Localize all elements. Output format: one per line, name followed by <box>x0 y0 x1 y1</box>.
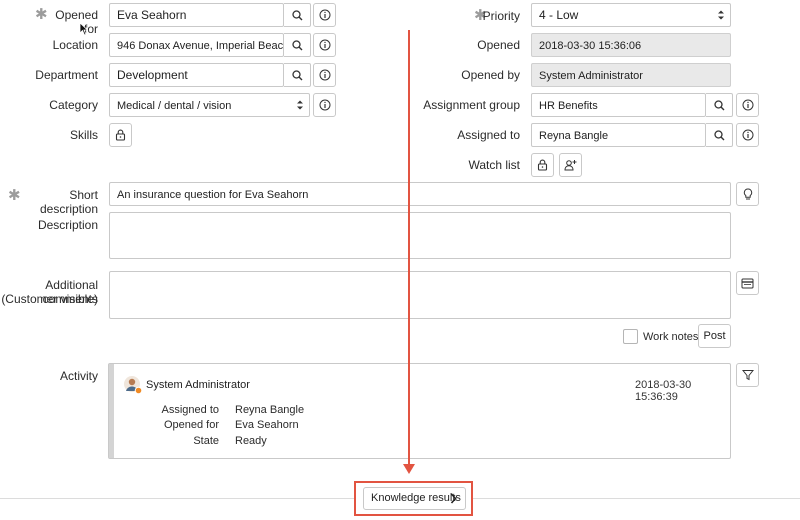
search-icon <box>713 99 724 110</box>
activity-timestamp: 2018-03-30 15:36:39 <box>635 379 692 403</box>
work-notes-label: Work notes <box>643 331 699 343</box>
work-notes-checkbox[interactable] <box>623 329 638 344</box>
assigned-to-value: Reyna Bangle <box>539 130 609 142</box>
additional-comments-textarea[interactable] <box>109 271 731 319</box>
activity-field-value: Reyna Bangle <box>235 404 305 416</box>
activity-field-value: Eva Seahorn <box>235 419 299 431</box>
department-lookup-button[interactable] <box>284 63 311 87</box>
lock-icon <box>115 129 126 141</box>
description-label: Description <box>37 218 98 232</box>
activity-field-name: State <box>193 435 219 447</box>
info-icon <box>742 99 753 111</box>
search-icon <box>291 9 302 20</box>
category-value: Medical / dental / vision <box>117 100 232 112</box>
short-description-field[interactable]: An insurance question for Eva Seahorn <box>109 182 731 206</box>
assignment-group-info-button[interactable] <box>736 93 759 117</box>
assignment-group-value: HR Benefits <box>539 100 598 112</box>
assigned-to-info-button[interactable] <box>736 123 759 147</box>
info-icon <box>319 39 330 51</box>
select-caret-icon <box>718 10 724 20</box>
search-icon <box>713 129 724 140</box>
annotation-arrow-line <box>408 30 410 466</box>
annotation-arrow-head <box>403 464 415 474</box>
required-marker-short-description: ✱ <box>8 187 21 204</box>
category-select[interactable]: Medical / dental / vision <box>109 93 310 117</box>
lock-icon <box>537 159 548 171</box>
activity-field-name: Assigned to <box>161 404 219 416</box>
activity-entry-marker <box>109 364 114 458</box>
knowledge-results-button[interactable]: Knowledge results <box>363 487 466 510</box>
priority-label: Priority <box>482 9 520 23</box>
info-icon <box>319 69 330 81</box>
assigned-to-lookup-button[interactable] <box>706 123 733 147</box>
lightbulb-icon <box>743 187 752 199</box>
department-label: Department <box>35 68 98 82</box>
opened-by-label: Opened by <box>461 68 520 82</box>
short-description-label: Short description <box>39 188 98 216</box>
info-icon <box>319 9 330 21</box>
watch-list-label: Watch list <box>468 158 520 172</box>
search-icon <box>291 69 302 80</box>
opened-for-label: Opened for <box>55 8 98 36</box>
opened-for-info-button[interactable] <box>313 3 336 27</box>
opened-for-value: Eva Seahorn <box>117 8 187 22</box>
opened-by-field: System Administrator <box>531 63 731 87</box>
priority-value: 4 - Low <box>539 8 579 22</box>
mouse-cursor-icon <box>79 22 89 36</box>
category-label: Category <box>49 98 98 112</box>
assigned-to-label: Assigned to <box>457 128 520 142</box>
short-description-suggest-button[interactable] <box>736 182 759 206</box>
department-info-button[interactable] <box>313 63 336 87</box>
skills-label: Skills <box>69 128 98 142</box>
short-description-value: An insurance question for Eva Seahorn <box>117 189 309 201</box>
post-button[interactable]: Post <box>698 324 731 348</box>
activity-stream: System Administrator 2018-03-30 15:36:39… <box>108 363 731 459</box>
activity-filter-button[interactable] <box>736 363 759 387</box>
category-info-button[interactable] <box>313 93 336 117</box>
avatar-icon <box>124 376 143 395</box>
department-field[interactable]: Development <box>109 63 284 87</box>
knowledge-results-label: Knowledge results <box>371 492 461 504</box>
activity-author: System Administrator <box>146 379 250 391</box>
chevron-right-icon <box>450 493 457 504</box>
additional-comments-sublabel: (Customer visible) <box>1 292 98 306</box>
search-icon <box>291 39 302 50</box>
department-value: Development <box>117 68 188 82</box>
select-caret-icon <box>297 100 303 110</box>
activity-field-value: Ready <box>235 435 267 447</box>
opened-for-field[interactable]: Eva Seahorn <box>109 3 284 27</box>
location-value: 946 Donax Avenue, Imperial Beach,CA <box>117 40 284 52</box>
location-field[interactable]: 946 Donax Avenue, Imperial Beach,CA <box>109 33 284 57</box>
location-label: Location <box>52 38 98 52</box>
opened-field: 2018-03-30 15:36:06 <box>531 33 731 57</box>
assignment-group-field[interactable]: HR Benefits <box>531 93 706 117</box>
watch-list-add-me-button[interactable] <box>559 153 582 177</box>
watch-list-lock-button[interactable] <box>531 153 554 177</box>
comment-template-button[interactable] <box>736 271 759 295</box>
location-info-button[interactable] <box>313 33 336 57</box>
description-textarea[interactable] <box>109 212 731 259</box>
filter-icon <box>741 370 754 381</box>
activity-field-name: Opened for <box>163 419 219 431</box>
opened-value: 2018-03-30 15:36:06 <box>539 40 642 52</box>
info-icon <box>742 129 753 141</box>
opened-by-value: System Administrator <box>539 70 643 82</box>
assignment-group-lookup-button[interactable] <box>706 93 733 117</box>
activity-label: Activity <box>59 369 98 383</box>
skills-lock-button[interactable] <box>109 123 132 147</box>
assignment-group-label: Assignment group <box>423 98 520 112</box>
assigned-to-field[interactable]: Reyna Bangle <box>531 123 706 147</box>
priority-select[interactable]: 4 - Low <box>531 3 731 27</box>
location-lookup-button[interactable] <box>284 33 311 57</box>
opened-label: Opened <box>477 38 520 52</box>
opened-for-lookup-button[interactable] <box>284 3 311 27</box>
add-user-icon <box>564 160 577 171</box>
comment-card-icon <box>741 278 754 288</box>
info-icon <box>319 99 330 111</box>
